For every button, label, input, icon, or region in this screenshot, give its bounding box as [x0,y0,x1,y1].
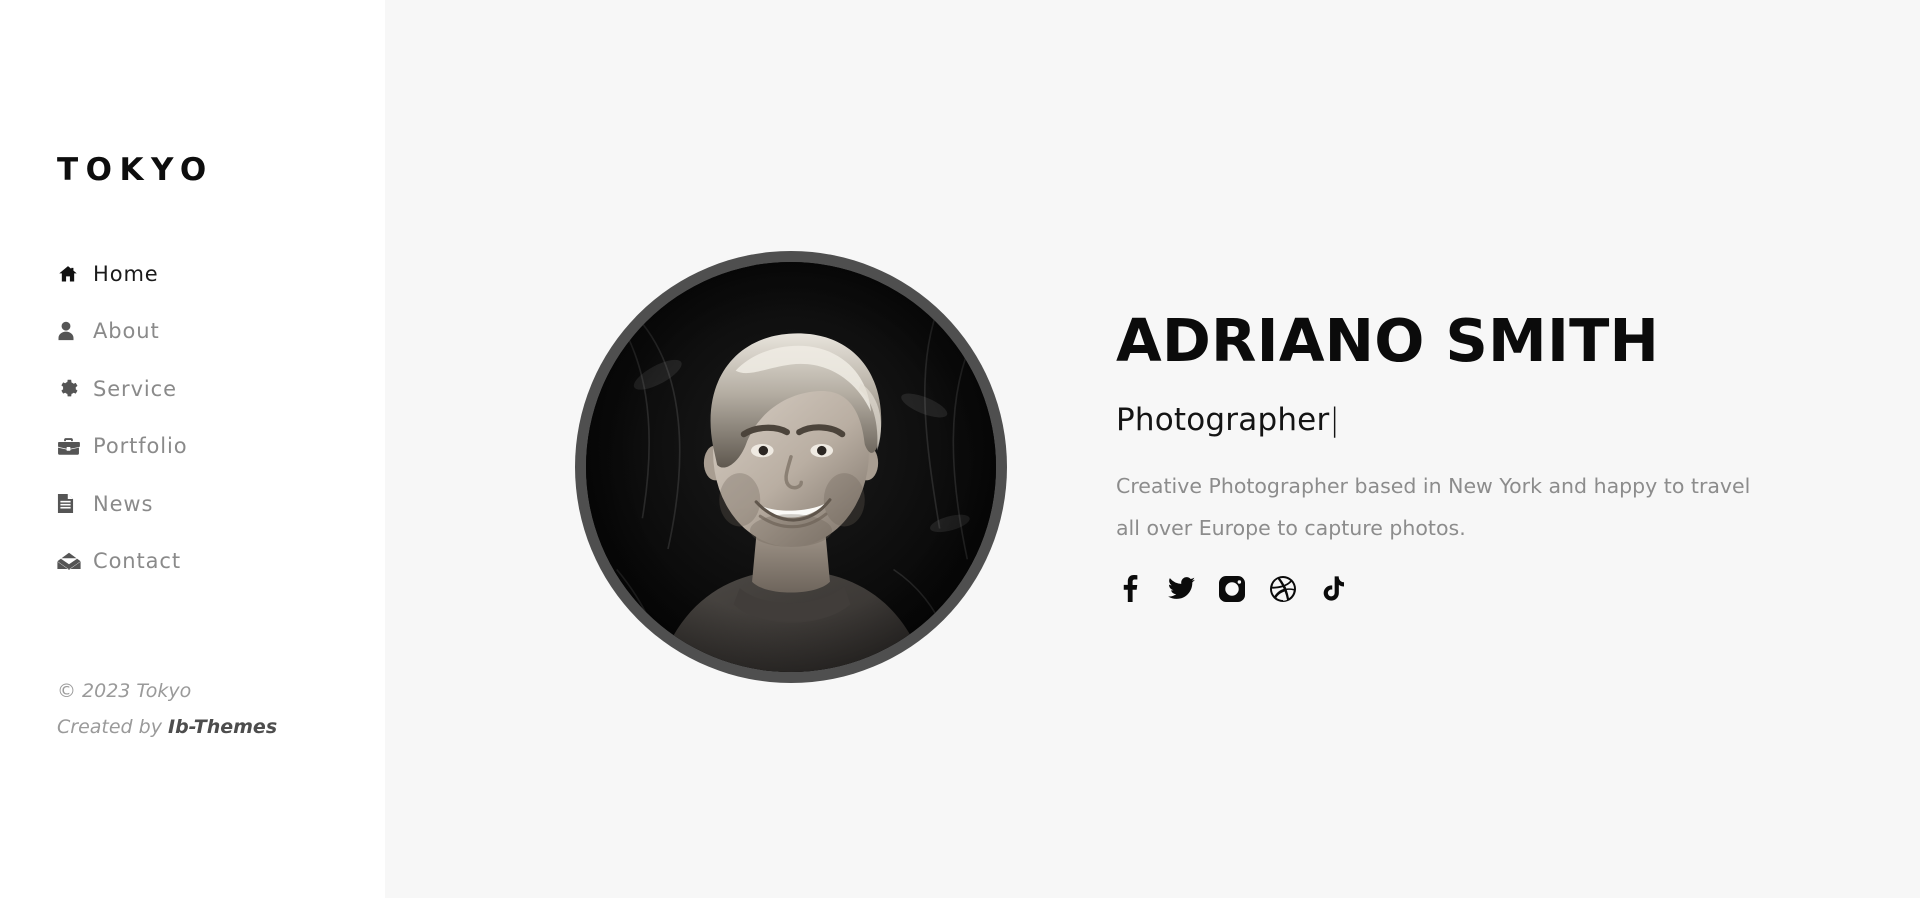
sidebar-item-news[interactable]: News [57,487,357,520]
hero-description: Creative Photographer based in New York … [1116,473,1751,540]
document-icon [57,493,83,515]
sidebar-footer: © 2023 Tokyo Created by Ib-Themes [57,673,277,745]
user-icon [57,320,83,342]
portrait-photo [586,262,996,672]
copyright-text: © 2023 Tokyo [57,680,192,702]
social-links [1116,575,1836,603]
sidebar-item-label: About [93,319,160,343]
portrait-frame [575,251,1007,683]
created-by-name[interactable]: Ib-Themes [168,716,277,738]
role-text: Photographer [1116,401,1330,438]
main-navigation: Home About Service Portfolio News Contac… [57,257,357,602]
brand-logo[interactable]: TOKYO [57,155,214,186]
sidebar-item-about[interactable]: About [57,315,357,348]
sidebar-item-contact[interactable]: Contact [57,545,357,578]
twitter-icon[interactable] [1167,575,1195,603]
created-by-text: Created by Ib-Themes [57,709,277,745]
briefcase-icon [57,435,83,457]
sidebar-item-service[interactable]: Service [57,372,357,405]
hero-text-block: ADRIANO SMITH Photographer| Creative Pho… [1116,310,1836,603]
created-by-prefix: Created by [57,716,168,738]
home-icon [57,263,83,285]
main-content: ADRIANO SMITH Photographer| Creative Pho… [385,0,1920,898]
hero-section: ADRIANO SMITH Photographer| Creative Pho… [385,0,1920,898]
sidebar-item-label: Contact [93,549,182,573]
sidebar-item-label: News [93,491,154,516]
sidebar-item-home[interactable]: Home [57,257,357,290]
dribbble-icon[interactable] [1269,575,1297,603]
sidebar-item-label: Home [93,261,159,286]
page-title: ADRIANO SMITH [1116,306,1660,375]
sidebar-item-label: Service [93,376,177,401]
gear-icon [57,378,83,400]
tiktok-icon[interactable] [1320,575,1348,603]
instagram-icon[interactable] [1218,575,1246,603]
role-typewriter: Photographer| [1116,402,1836,438]
typing-caret: | [1329,401,1341,438]
sidebar-item-portfolio[interactable]: Portfolio [57,430,357,463]
facebook-icon[interactable] [1116,575,1144,603]
sidebar-item-label: Portfolio [93,434,188,458]
sidebar: TOKYO Home About Service Portfolio News … [0,0,385,898]
envelope-icon [57,550,83,572]
page-root: TOKYO Home About Service Portfolio News … [0,0,1920,898]
